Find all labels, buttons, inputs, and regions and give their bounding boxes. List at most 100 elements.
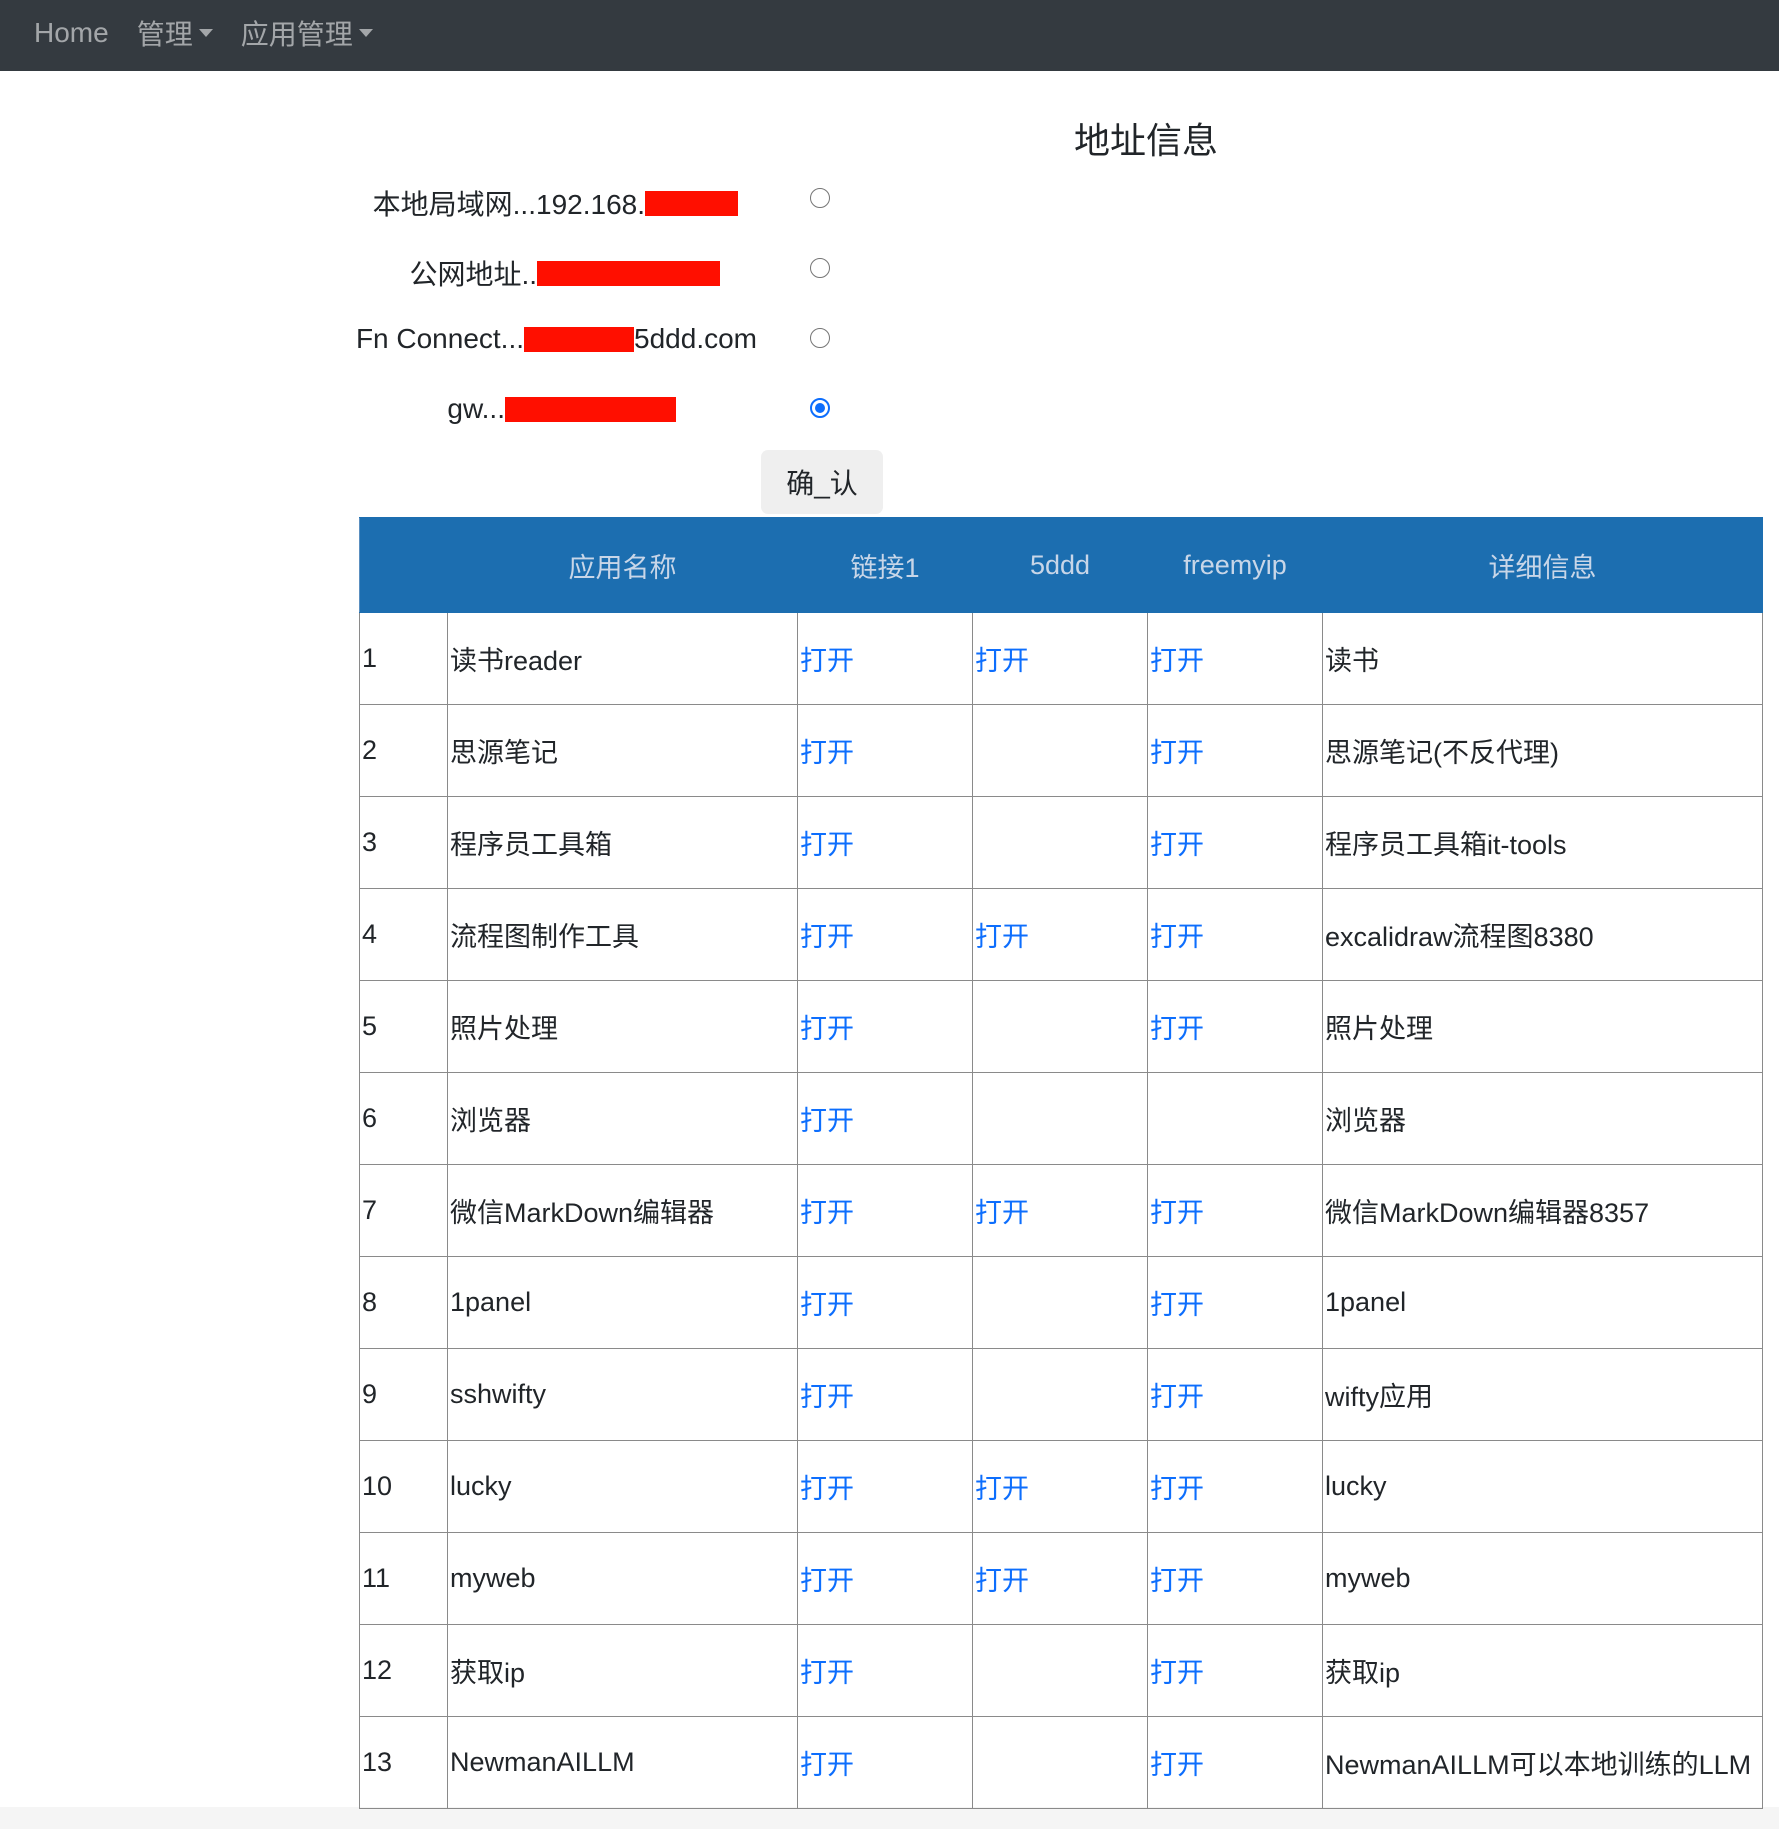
link1-open-link[interactable]: 打开 [800,738,854,768]
link-freemyip-open-link[interactable]: 打开 [1150,646,1204,676]
address-radio[interactable] [810,398,830,418]
address-label: 公网地址.. [409,253,720,293]
link-5ddd-open-link[interactable]: 打开 [975,1474,1029,1504]
link1-cell: 打开 [797,1716,973,1809]
app-detail: excalidraw流程图8380 [1325,922,1594,952]
link1-open-link[interactable]: 打开 [800,922,854,952]
link-freemyip-open-link[interactable]: 打开 [1150,1014,1204,1044]
app-detail: 微信MarkDown编辑器8357 [1325,1198,1650,1228]
link-5ddd-cell: 打开 [972,1440,1148,1533]
confirm-button[interactable]: 确_认 [761,450,883,514]
header-freemyip: freemyip [1147,517,1323,613]
row-index-cell: 6 [359,1072,448,1165]
nav-app-manage-dropdown[interactable]: 应用管理 [241,13,373,53]
link1-open-link[interactable]: 打开 [800,1014,854,1044]
row-index-cell: 1 [359,612,448,705]
row-index-cell: 3 [359,796,448,889]
link-freemyip-cell: 打开 [1147,796,1323,889]
link-freemyip-cell: 打开 [1147,1348,1323,1441]
link-freemyip-open-link[interactable]: 打开 [1150,1290,1204,1320]
app-detail-cell: wifty应用 [1322,1348,1763,1441]
header-app-name: 应用名称 [447,517,798,613]
row-index: 2 [362,735,378,765]
link-5ddd-cell: 打开 [972,1532,1148,1625]
link1-open-link[interactable]: 打开 [800,1198,854,1228]
link-freemyip-open-link[interactable]: 打开 [1150,1566,1204,1596]
nav-manage-label: 管理 [136,18,193,50]
header-link1: 链接1 [797,517,973,613]
table-row: 10 lucky 打开 打开 打开 lucky [359,1440,1763,1533]
row-index: 7 [362,1195,378,1225]
link-5ddd-cell: 打开 [972,1164,1148,1257]
link-freemyip-open-link[interactable]: 打开 [1150,922,1204,952]
address-label: gw... [447,393,676,425]
app-detail-cell: lucky [1322,1440,1763,1533]
link-freemyip-open-link[interactable]: 打开 [1150,830,1204,860]
app-name: 获取ip [450,1658,526,1688]
app-name-cell: lucky [447,1440,798,1533]
link-freemyip-open-link[interactable]: 打开 [1150,738,1204,768]
link1-cell: 打开 [797,888,973,981]
row-index: 13 [362,1747,393,1777]
app-detail-cell: 读书 [1322,612,1763,705]
link1-open-link[interactable]: 打开 [800,646,854,676]
nav-home[interactable]: Home [34,17,109,49]
link1-open-link[interactable]: 打开 [800,1566,854,1596]
app-detail: lucky [1325,1471,1387,1501]
link-freemyip-open-link[interactable]: 打开 [1150,1750,1204,1780]
link-freemyip-open-link[interactable]: 打开 [1150,1658,1204,1688]
app-name-cell: 思源笔记 [447,704,798,797]
link-5ddd-cell [972,1348,1148,1441]
link-freemyip-cell: 打开 [1147,1440,1323,1533]
app-detail-cell: excalidraw流程图8380 [1322,888,1763,981]
address-text: 本地局域网...192.168. [372,189,645,220]
link1-open-link[interactable]: 打开 [800,1750,854,1780]
app-name: lucky [450,1471,512,1501]
app-detail: myweb [1325,1563,1411,1593]
address-radio[interactable] [810,188,830,208]
address-radio[interactable] [810,328,830,348]
app-name-cell: myweb [447,1532,798,1625]
link-freemyip-cell: 打开 [1147,888,1323,981]
link1-open-link[interactable]: 打开 [800,830,854,860]
redaction-block [537,260,720,286]
app-detail-cell: 微信MarkDown编辑器8357 [1322,1164,1763,1257]
row-index: 12 [362,1655,393,1685]
table-row: 9 sshwifty 打开 打开 wifty应用 [359,1348,1763,1441]
address-option: 本地局域网...192.168. [0,175,1779,225]
link1-cell: 打开 [797,980,973,1073]
app-detail: 程序员工具箱it-tools [1325,830,1567,860]
app-name: 照片处理 [450,1014,558,1044]
app-name: 读书reader [450,646,583,676]
page: Home 管理 应用管理 地址信息 本地局域网...192.168. 公网地址..… [0,0,1779,1809]
link1-open-link[interactable]: 打开 [800,1106,854,1136]
app-name-cell: 微信MarkDown编辑器 [447,1164,798,1257]
redaction-block [524,326,635,352]
link1-open-link[interactable]: 打开 [800,1658,854,1688]
table-row: 8 1panel 打开 打开 1panel [359,1256,1763,1349]
link-5ddd-cell [972,1624,1148,1717]
link-5ddd-open-link[interactable]: 打开 [975,1566,1029,1596]
address-text: gw... [447,393,505,424]
link1-open-link[interactable]: 打开 [800,1474,854,1504]
link-freemyip-cell: 打开 [1147,612,1323,705]
link-freemyip-open-link[interactable]: 打开 [1150,1474,1204,1504]
link-5ddd-open-link[interactable]: 打开 [975,1198,1029,1228]
link1-open-link[interactable]: 打开 [800,1382,854,1412]
link-freemyip-open-link[interactable]: 打开 [1150,1382,1204,1412]
link1-open-link[interactable]: 打开 [800,1290,854,1320]
nav-manage-dropdown[interactable]: 管理 [137,13,213,53]
navbar: Home 管理 应用管理 [0,0,1779,71]
app-name: 流程图制作工具 [450,922,639,952]
link-5ddd-open-link[interactable]: 打开 [975,922,1029,952]
app-detail: 读书 [1325,646,1379,676]
address-radio[interactable] [810,258,830,278]
header-5ddd: 5ddd [972,517,1148,613]
link-freemyip-cell: 打开 [1147,1624,1323,1717]
app-name-cell: 浏览器 [447,1072,798,1165]
link-freemyip-open-link[interactable]: 打开 [1150,1198,1204,1228]
link-5ddd-open-link[interactable]: 打开 [975,646,1029,676]
row-index: 10 [362,1471,393,1501]
app-name-cell: 获取ip [447,1624,798,1717]
link1-cell: 打开 [797,1072,973,1165]
